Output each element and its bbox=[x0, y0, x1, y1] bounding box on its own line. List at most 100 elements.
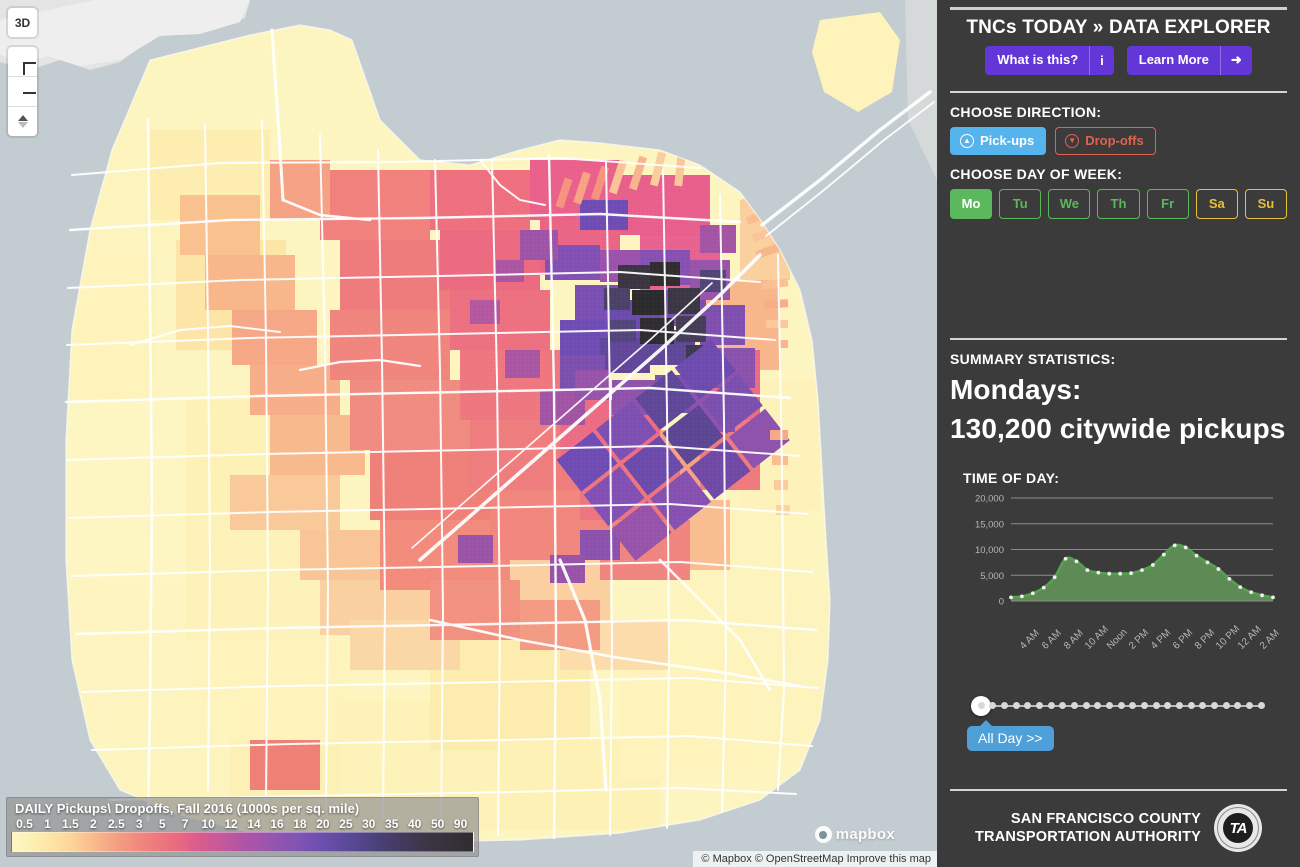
map-legend: DAILY Pickups\ Dropoffs, Fall 2016 (1000… bbox=[6, 797, 479, 857]
zoom-out-button[interactable] bbox=[8, 76, 37, 106]
agency-line-1: SAN FRANCISCO COUNTY bbox=[1010, 810, 1202, 827]
legend-tick: 30 bbox=[362, 817, 376, 831]
day-button-fr[interactable]: Fr bbox=[1146, 189, 1189, 219]
legend-tick: 3 bbox=[135, 817, 143, 831]
chart-data-point bbox=[1183, 545, 1188, 549]
direction-toggle-group: ▲ Pick-ups ▼ Drop-offs bbox=[950, 127, 1287, 155]
chart-data-point bbox=[1151, 562, 1155, 567]
slider-tick[interactable] bbox=[1140, 701, 1148, 709]
legend-tick: 1.5 bbox=[62, 817, 79, 831]
info-icon: i bbox=[1100, 52, 1104, 68]
map-pane[interactable]: 3D DAILY Pickups\ Dropoffs, Fall 2016 (1… bbox=[0, 0, 937, 867]
slider-tick[interactable] bbox=[989, 701, 997, 709]
sidebar: TNCs TODAY » DATA EXPLORER What is this?… bbox=[937, 0, 1300, 867]
3d-toggle-box[interactable]: 3D bbox=[8, 8, 37, 37]
day-of-week-group: Mo Tu We Th Fr Sa Su bbox=[950, 189, 1287, 219]
day-button-tu[interactable]: Tu bbox=[999, 189, 1042, 219]
chart-y-tick-label: 0 bbox=[999, 596, 1004, 607]
slider-tick[interactable] bbox=[1105, 701, 1113, 709]
legend-tick: 14 bbox=[247, 817, 261, 831]
dropoffs-button[interactable]: ▼ Drop-offs bbox=[1055, 127, 1156, 155]
slider-tick[interactable] bbox=[1210, 701, 1218, 709]
day-button-su[interactable]: Su bbox=[1244, 189, 1287, 219]
legend-tick: 10 bbox=[201, 817, 215, 831]
map-attribution[interactable]: © Mapbox © OpenStreetMap Improve this ma… bbox=[693, 851, 937, 867]
day-button-we[interactable]: We bbox=[1048, 189, 1091, 219]
mapbox-wordmark: mapbox bbox=[835, 826, 895, 843]
time-of-day-chart: 0 5,000 10,000 15,000 20,000 bbox=[967, 492, 1277, 642]
slider-tick[interactable] bbox=[1234, 701, 1242, 709]
day-button-mo[interactable]: Mo bbox=[950, 189, 993, 219]
all-day-button[interactable]: All Day >> bbox=[967, 719, 1054, 751]
map-controls[interactable]: 3D bbox=[8, 8, 37, 136]
slider-tick[interactable] bbox=[1000, 701, 1008, 709]
header-buttons: What is this? i Learn More ➜ bbox=[950, 46, 1287, 84]
day-button-sa[interactable]: Sa bbox=[1195, 189, 1238, 219]
slider-tick[interactable] bbox=[977, 701, 985, 709]
slider-tick[interactable] bbox=[1082, 701, 1090, 709]
slider-tick[interactable] bbox=[1222, 701, 1230, 709]
legend-tick: 18 bbox=[293, 817, 307, 831]
app-title: TNCs TODAY » DATA EXPLORER bbox=[966, 17, 1271, 38]
slider-tick[interactable] bbox=[1152, 701, 1160, 709]
chart-y-tick-label: 20,000 bbox=[975, 493, 1004, 504]
zoom-in-button[interactable] bbox=[8, 47, 37, 76]
chart-data-point bbox=[1249, 589, 1254, 594]
chart-data-point bbox=[1096, 570, 1101, 575]
slider-tick[interactable] bbox=[1164, 701, 1172, 709]
slider-tick[interactable] bbox=[1070, 701, 1078, 709]
choose-direction-label: CHOOSE DIRECTION: bbox=[950, 104, 1102, 120]
slider-tick[interactable] bbox=[1035, 701, 1043, 709]
time-of-day-label: TIME OF DAY: bbox=[963, 469, 1060, 486]
chart-data-point bbox=[1260, 592, 1264, 597]
slider-tick[interactable] bbox=[1245, 701, 1253, 709]
chart-data-point bbox=[1172, 542, 1177, 547]
compass-north-icon bbox=[17, 115, 28, 121]
learn-more-label: Learn More bbox=[1138, 52, 1209, 67]
slider-tick[interactable] bbox=[1187, 701, 1195, 709]
legend-color-ramp-wrap bbox=[11, 832, 474, 852]
chart-data-point bbox=[1129, 570, 1133, 575]
arrow-right-icon: ➜ bbox=[1230, 52, 1242, 67]
chart-data-point bbox=[1052, 574, 1057, 579]
chart-data-point bbox=[1227, 576, 1232, 581]
slider-tick[interactable] bbox=[1199, 701, 1207, 709]
legend-tick: 50 bbox=[430, 817, 445, 831]
day-button-th[interactable]: Th bbox=[1097, 189, 1140, 219]
slider-tick[interactable] bbox=[1012, 701, 1020, 709]
divider-above-summary bbox=[950, 338, 1287, 340]
slider-tick[interactable] bbox=[1175, 701, 1183, 709]
zoom-control-group[interactable] bbox=[8, 47, 37, 136]
summary-day-line: Mondays: bbox=[950, 374, 1082, 405]
chart-data-point bbox=[1161, 552, 1166, 557]
slider-tick[interactable] bbox=[1129, 701, 1137, 709]
mapbox-logo[interactable]: mapbox bbox=[814, 826, 895, 843]
slider-tick[interactable] bbox=[1024, 701, 1032, 709]
summary-statistics-section: SUMMARY STATISTICS: Mondays: 130,200 cit… bbox=[950, 338, 1287, 446]
learn-more-button[interactable]: Learn More ➜ bbox=[1126, 46, 1252, 75]
slider-tick[interactable] bbox=[1117, 701, 1125, 709]
chart-data-point bbox=[1030, 590, 1035, 595]
chart-area-fill bbox=[1011, 544, 1273, 601]
3d-toggle-button[interactable]: 3D bbox=[8, 8, 37, 37]
time-slider[interactable] bbox=[967, 695, 1267, 716]
compass-button[interactable] bbox=[8, 106, 37, 136]
mapbox-mark-icon bbox=[814, 826, 832, 843]
pickups-label: Pick-ups bbox=[980, 133, 1035, 148]
chart-data-point bbox=[1009, 594, 1013, 599]
what-is-this-button[interactable]: What is this? i bbox=[985, 46, 1114, 75]
legend-tick: 90 bbox=[453, 817, 468, 831]
chart-data-point bbox=[1074, 558, 1079, 563]
slider-tick[interactable] bbox=[1257, 701, 1265, 709]
pickups-button[interactable]: ▲ Pick-ups bbox=[950, 127, 1047, 155]
divider-footer bbox=[950, 789, 1287, 791]
summary-total-line: 130,200 citywide pickups bbox=[950, 412, 1286, 444]
slider-tick[interactable] bbox=[1094, 701, 1102, 709]
chart-data-point bbox=[1085, 567, 1090, 572]
slider-tick[interactable] bbox=[1059, 701, 1067, 709]
arrow-up-circle-icon: ▲ bbox=[960, 133, 974, 148]
legend-tick: 0.5 bbox=[16, 817, 33, 831]
legend-title: DAILY Pickups\ Dropoffs, Fall 2016 (1000… bbox=[15, 801, 360, 816]
slider-tick[interactable] bbox=[1047, 701, 1055, 709]
choropleth-map[interactable] bbox=[0, 0, 937, 867]
